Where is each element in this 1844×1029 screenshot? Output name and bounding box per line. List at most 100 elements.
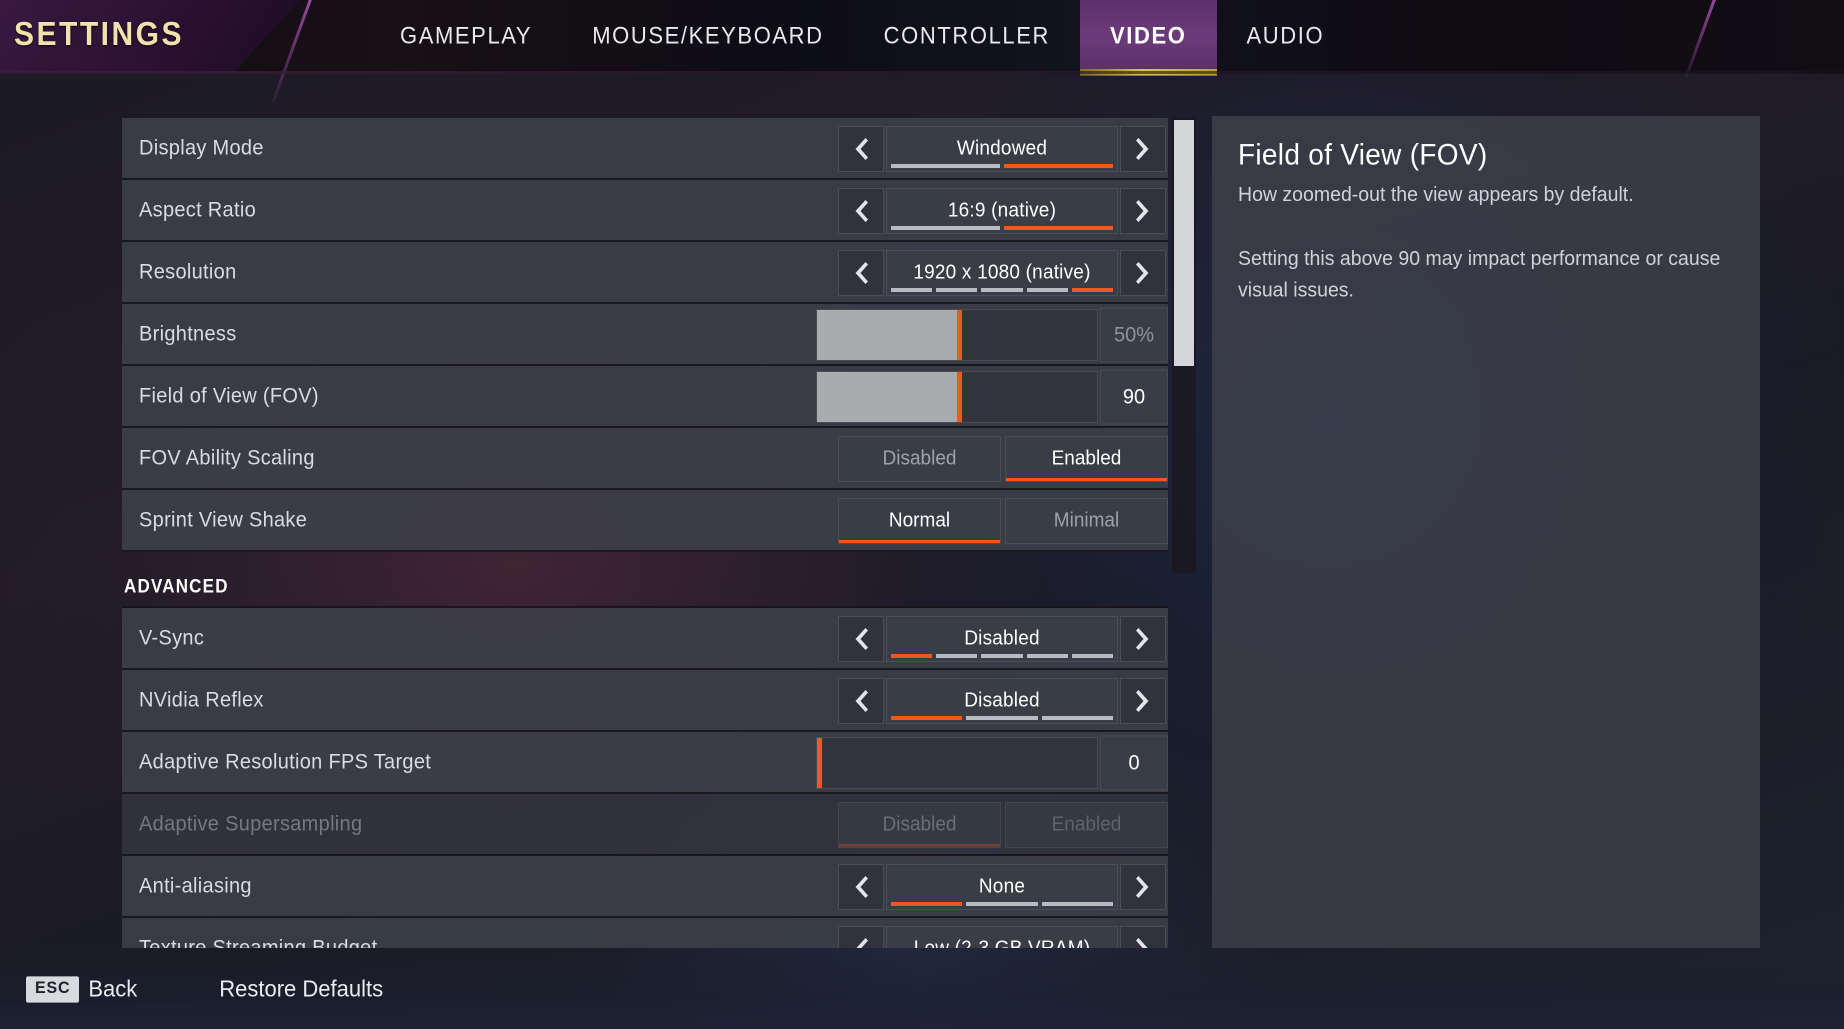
- decrement-arrow-button[interactable]: [838, 250, 884, 296]
- slider-knob[interactable]: [817, 738, 822, 788]
- tab-controller[interactable]: CONTROLLER: [854, 0, 1080, 76]
- back-button[interactable]: Back: [88, 975, 137, 1003]
- row-label: Aspect Ratio: [139, 197, 256, 222]
- scrollbar-thumb[interactable]: [1174, 120, 1194, 366]
- settings-row-resolution[interactable]: Resolution 1920 x 1080 (native): [122, 242, 1168, 304]
- toggle-option-normal[interactable]: Normal: [838, 498, 1001, 544]
- stepper-value[interactable]: Disabled: [886, 678, 1118, 724]
- segment: [891, 902, 963, 906]
- slider-knob[interactable]: [957, 310, 962, 360]
- settings-row-v-sync[interactable]: V-Sync Disabled: [122, 608, 1168, 670]
- restore-defaults-button[interactable]: Restore Defaults: [219, 975, 383, 1003]
- toggle-option-minimal[interactable]: Minimal: [1005, 498, 1168, 544]
- tab-label: MOUSE/KEYBOARD: [592, 21, 824, 50]
- toggle-option-enabled: Enabled: [1005, 802, 1168, 848]
- segment: [966, 902, 1038, 906]
- segment-bar: [891, 716, 1113, 720]
- stepper-value-text: Windowed: [956, 137, 1048, 160]
- stepper-value[interactable]: 16:9 (native): [886, 188, 1118, 234]
- toggle-option-enabled[interactable]: Enabled: [1005, 436, 1168, 482]
- info-panel-title: Field of View (FOV): [1238, 138, 1488, 171]
- stepper-value[interactable]: Windowed: [886, 126, 1118, 172]
- settings-row-sprint-view-shake[interactable]: Sprint View Shake Normal Minimal: [122, 490, 1168, 552]
- settings-list[interactable]: Display Mode Windowed Aspect Ratio 16:9 (na…: [122, 118, 1168, 948]
- stepper-value-text: 1920 x 1080 (native): [913, 261, 1091, 284]
- increment-arrow-button[interactable]: [1120, 678, 1166, 724]
- chevron-right-icon: [1136, 938, 1148, 948]
- settings-row-nvidia-reflex[interactable]: NVidia Reflex Disabled: [122, 670, 1168, 732]
- increment-arrow-button[interactable]: [1120, 126, 1166, 172]
- stepper-value[interactable]: Disabled: [886, 616, 1118, 662]
- settings-logo-panel: SETTINGS: [0, 0, 300, 72]
- stepper-value[interactable]: 1920 x 1080 (native): [886, 250, 1118, 296]
- esc-key-badge: ESC: [26, 975, 80, 1003]
- settings-row-brightness[interactable]: Brightness 50%: [122, 304, 1168, 366]
- segment: [891, 654, 933, 658]
- tab-gameplay[interactable]: GAMEPLAY: [370, 0, 562, 76]
- segment-bar: [891, 164, 1113, 168]
- slider-knob[interactable]: [957, 372, 962, 422]
- increment-arrow-button[interactable]: [1120, 250, 1166, 296]
- segment-bar: [891, 654, 1114, 658]
- segment: [936, 654, 978, 658]
- segment: [1004, 226, 1113, 230]
- tab-video[interactable]: VIDEO: [1080, 0, 1217, 76]
- row-label: Brightness: [139, 321, 237, 346]
- decrement-arrow-button[interactable]: [838, 926, 884, 948]
- stepper-control: Windowed: [836, 118, 1168, 180]
- increment-arrow-button[interactable]: [1120, 188, 1166, 234]
- settings-row-field-of-view[interactable]: Field of View (FOV) 90: [122, 366, 1168, 428]
- decrement-arrow-button[interactable]: [838, 126, 884, 172]
- chevron-left-icon: [855, 262, 868, 284]
- chevron-right-icon: [1136, 138, 1149, 160]
- row-label: Adaptive Resolution FPS Target: [139, 749, 432, 774]
- stepper-value-text: Disabled: [964, 689, 1040, 712]
- stepper-value[interactable]: None: [886, 864, 1118, 910]
- toggle-option-label: Disabled: [882, 447, 957, 470]
- slider-track[interactable]: [816, 309, 1098, 361]
- chevron-left-icon: [856, 938, 868, 948]
- decrement-arrow-button[interactable]: [838, 864, 884, 910]
- stepper-value-text: 16:9 (native): [947, 199, 1057, 222]
- toggle-option-label: Disabled: [882, 813, 957, 836]
- tab-mouse-keyboard[interactable]: MOUSE/KEYBOARD: [562, 0, 853, 76]
- increment-arrow-button[interactable]: [1120, 616, 1166, 662]
- slider-track[interactable]: [816, 371, 1098, 423]
- stepper-value-text: None: [978, 875, 1026, 898]
- settings-row-fov-ability-scaling[interactable]: FOV Ability Scaling Disabled Enabled: [122, 428, 1168, 490]
- stepper-control: 16:9 (native): [836, 180, 1168, 242]
- segment: [891, 164, 1000, 168]
- increment-arrow-button[interactable]: [1120, 926, 1166, 948]
- info-panel-spacer: [1238, 209, 1734, 243]
- stepper-control: Low (2-3 GB VRAM): [836, 918, 1168, 948]
- settings-row-display-mode[interactable]: Display Mode Windowed: [122, 118, 1168, 180]
- slider-control: 90: [816, 366, 1168, 428]
- segment: [1026, 288, 1068, 292]
- toggle-option-disabled[interactable]: Disabled: [838, 436, 1001, 482]
- decrement-arrow-button[interactable]: [838, 188, 884, 234]
- segment: [1041, 716, 1113, 720]
- stepper-value[interactable]: Low (2-3 GB VRAM): [886, 926, 1118, 948]
- chevron-left-icon: [855, 628, 868, 650]
- section-header-label: ADVANCED: [124, 575, 229, 597]
- toggle-option-label: Enabled: [1051, 447, 1122, 470]
- settings-row-texture-streaming-budget[interactable]: Texture Streaming Budget Low (2-3 GB VRAM…: [122, 918, 1168, 948]
- tab-bar: GAMEPLAY MOUSE/KEYBOARD CONTROLLER VIDEO AUD…: [370, 0, 1355, 76]
- tab-audio[interactable]: AUDIO: [1217, 0, 1355, 76]
- slider-track[interactable]: [816, 737, 1098, 789]
- increment-arrow-button[interactable]: [1120, 864, 1166, 910]
- decrement-arrow-button[interactable]: [838, 616, 884, 662]
- stepper-control: Disabled: [836, 608, 1168, 670]
- segment: [1071, 654, 1114, 658]
- settings-row-adaptive-resolution-fps-target[interactable]: Adaptive Resolution FPS Target 0: [122, 732, 1168, 794]
- row-label: V-Sync: [139, 625, 205, 650]
- decrement-arrow-button[interactable]: [838, 678, 884, 724]
- slider-value-text: 90: [1100, 369, 1168, 425]
- segment: [891, 226, 1000, 230]
- chevron-right-icon: [1136, 876, 1149, 898]
- segment: [981, 288, 1023, 292]
- settings-row-aspect-ratio[interactable]: Aspect Ratio 16:9 (native): [122, 180, 1168, 242]
- chevron-right-icon: [1136, 690, 1149, 712]
- toggle-option-disabled: Disabled: [838, 802, 1001, 848]
- settings-row-anti-aliasing[interactable]: Anti-aliasing None: [122, 856, 1168, 918]
